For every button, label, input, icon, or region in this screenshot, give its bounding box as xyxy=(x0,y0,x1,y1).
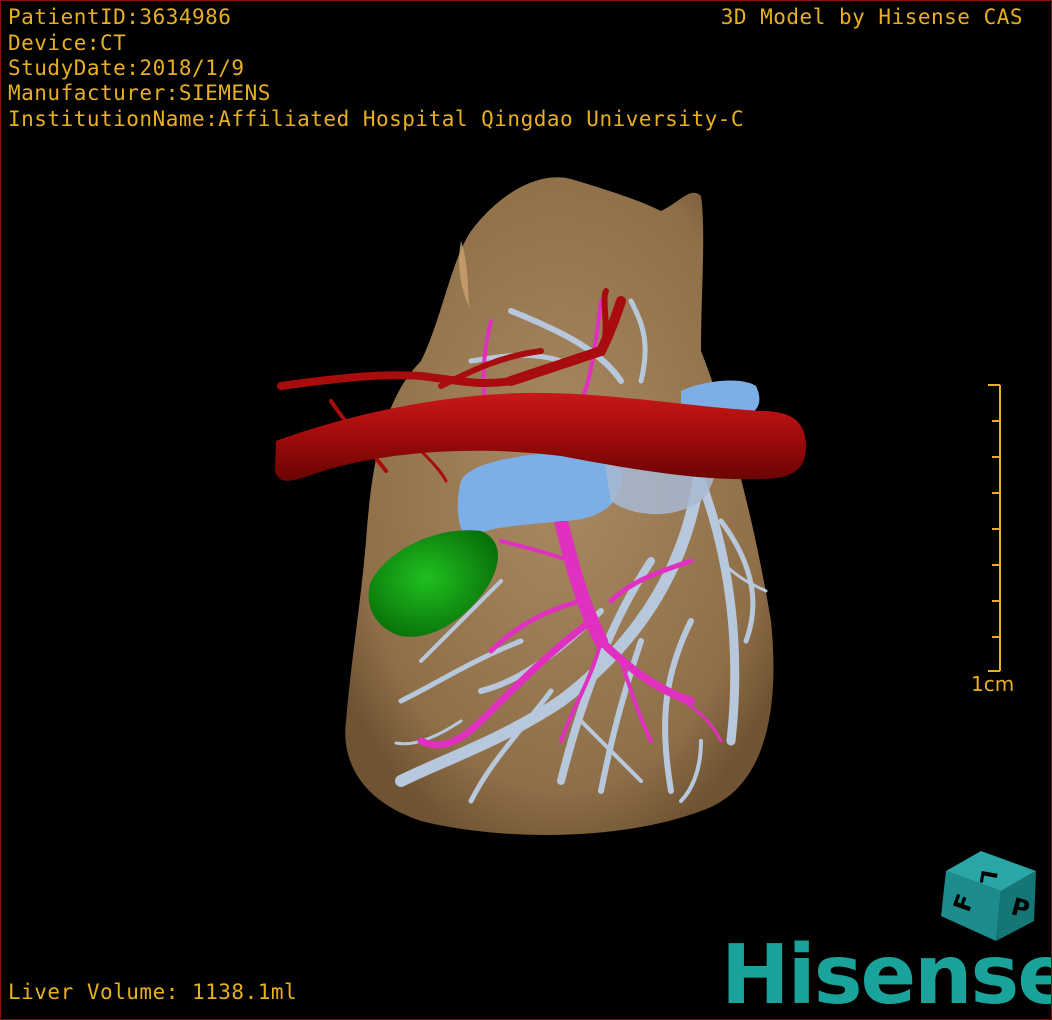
3d-viewport[interactable]: PatientID:3634986 Device:CT StudyDate:20… xyxy=(0,0,1052,1020)
model-credit: 3D Model by Hisense CAS xyxy=(720,5,1023,29)
liver-3d-model[interactable] xyxy=(1,1,1051,1019)
patient-id-label: PatientID:3634986 xyxy=(8,5,232,29)
manufacturer-label: Manufacturer:SIEMENS xyxy=(8,81,271,105)
institution-label: InstitutionName:Affiliated Hospital Qing… xyxy=(8,107,745,131)
scale-bar xyxy=(988,384,1001,672)
study-date-label: StudyDate:2018/1/9 xyxy=(8,56,245,80)
liver-volume-label: Liver Volume: 1138.1ml xyxy=(8,980,298,1004)
device-label: Device:CT xyxy=(8,31,127,55)
hisense-logo: Hisense xyxy=(721,928,1052,1020)
scale-bar-label: 1cm xyxy=(971,672,1015,696)
